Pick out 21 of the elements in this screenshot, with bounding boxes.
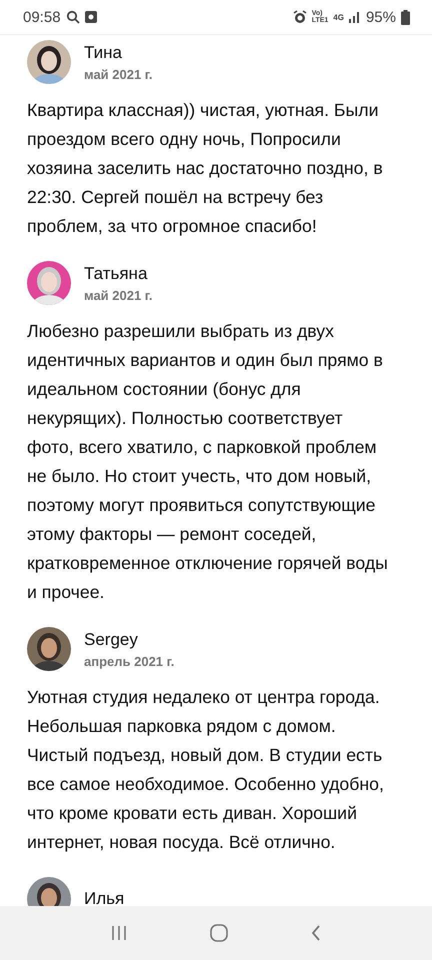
search-icon [66, 10, 80, 24]
battery-percent: 95% [366, 8, 396, 26]
review-date: апрель 2021 г. [84, 654, 174, 668]
reviewer-name: Татьяна [84, 264, 148, 284]
battery-icon [401, 10, 410, 24]
notification-icon [84, 11, 97, 23]
back-icon[interactable] [310, 924, 322, 942]
network-label: 4G [333, 12, 344, 22]
signal-icon [348, 11, 361, 23]
clock-time: 09:58 [23, 8, 61, 26]
home-icon[interactable] [208, 923, 229, 943]
review-date: май 2021 г. [84, 288, 153, 302]
reviewer-name: Sergey [84, 630, 139, 650]
alarm-icon [292, 10, 307, 24]
reviewer-name: Илья [84, 889, 124, 909]
review-date: май 2021 г. [84, 66, 153, 82]
review-text: Квартира классная)) чистая, уютная. Были проездом всего одну ночь, Попросили хозяина заселить нас достаточно поздно, в 22:30. Сергей пошёл на встречу без проблем, за что огромное спасибо! [27, 99, 384, 238]
review-text: Уютная студия недалеко от центра города. Небольшая парковка рядом с домом. Чистый подъезд, новый дом. В студии есть все самое необходимое. Особенно удобно, что кроме кровати есть диван. Хороший интернет, новая посуда. Всё отлично. [27, 686, 385, 854]
review-text: Любезно разрешили выбрать из двух идентичных вариантов и один был прямо в идеальном состоянии (бонус для некурящих). Полностью соответствует фото, всего хватило, с парковкой проблем не было. Но стоит учесть, что дом новый, поэтому могут проявиться сопутствующие этому факторы — ремонт соседей, кратковременное отключение горячей воды и прочее. [27, 320, 388, 604]
reviewer-name: Тина [84, 42, 123, 62]
recent-apps-icon[interactable] [110, 924, 128, 942]
